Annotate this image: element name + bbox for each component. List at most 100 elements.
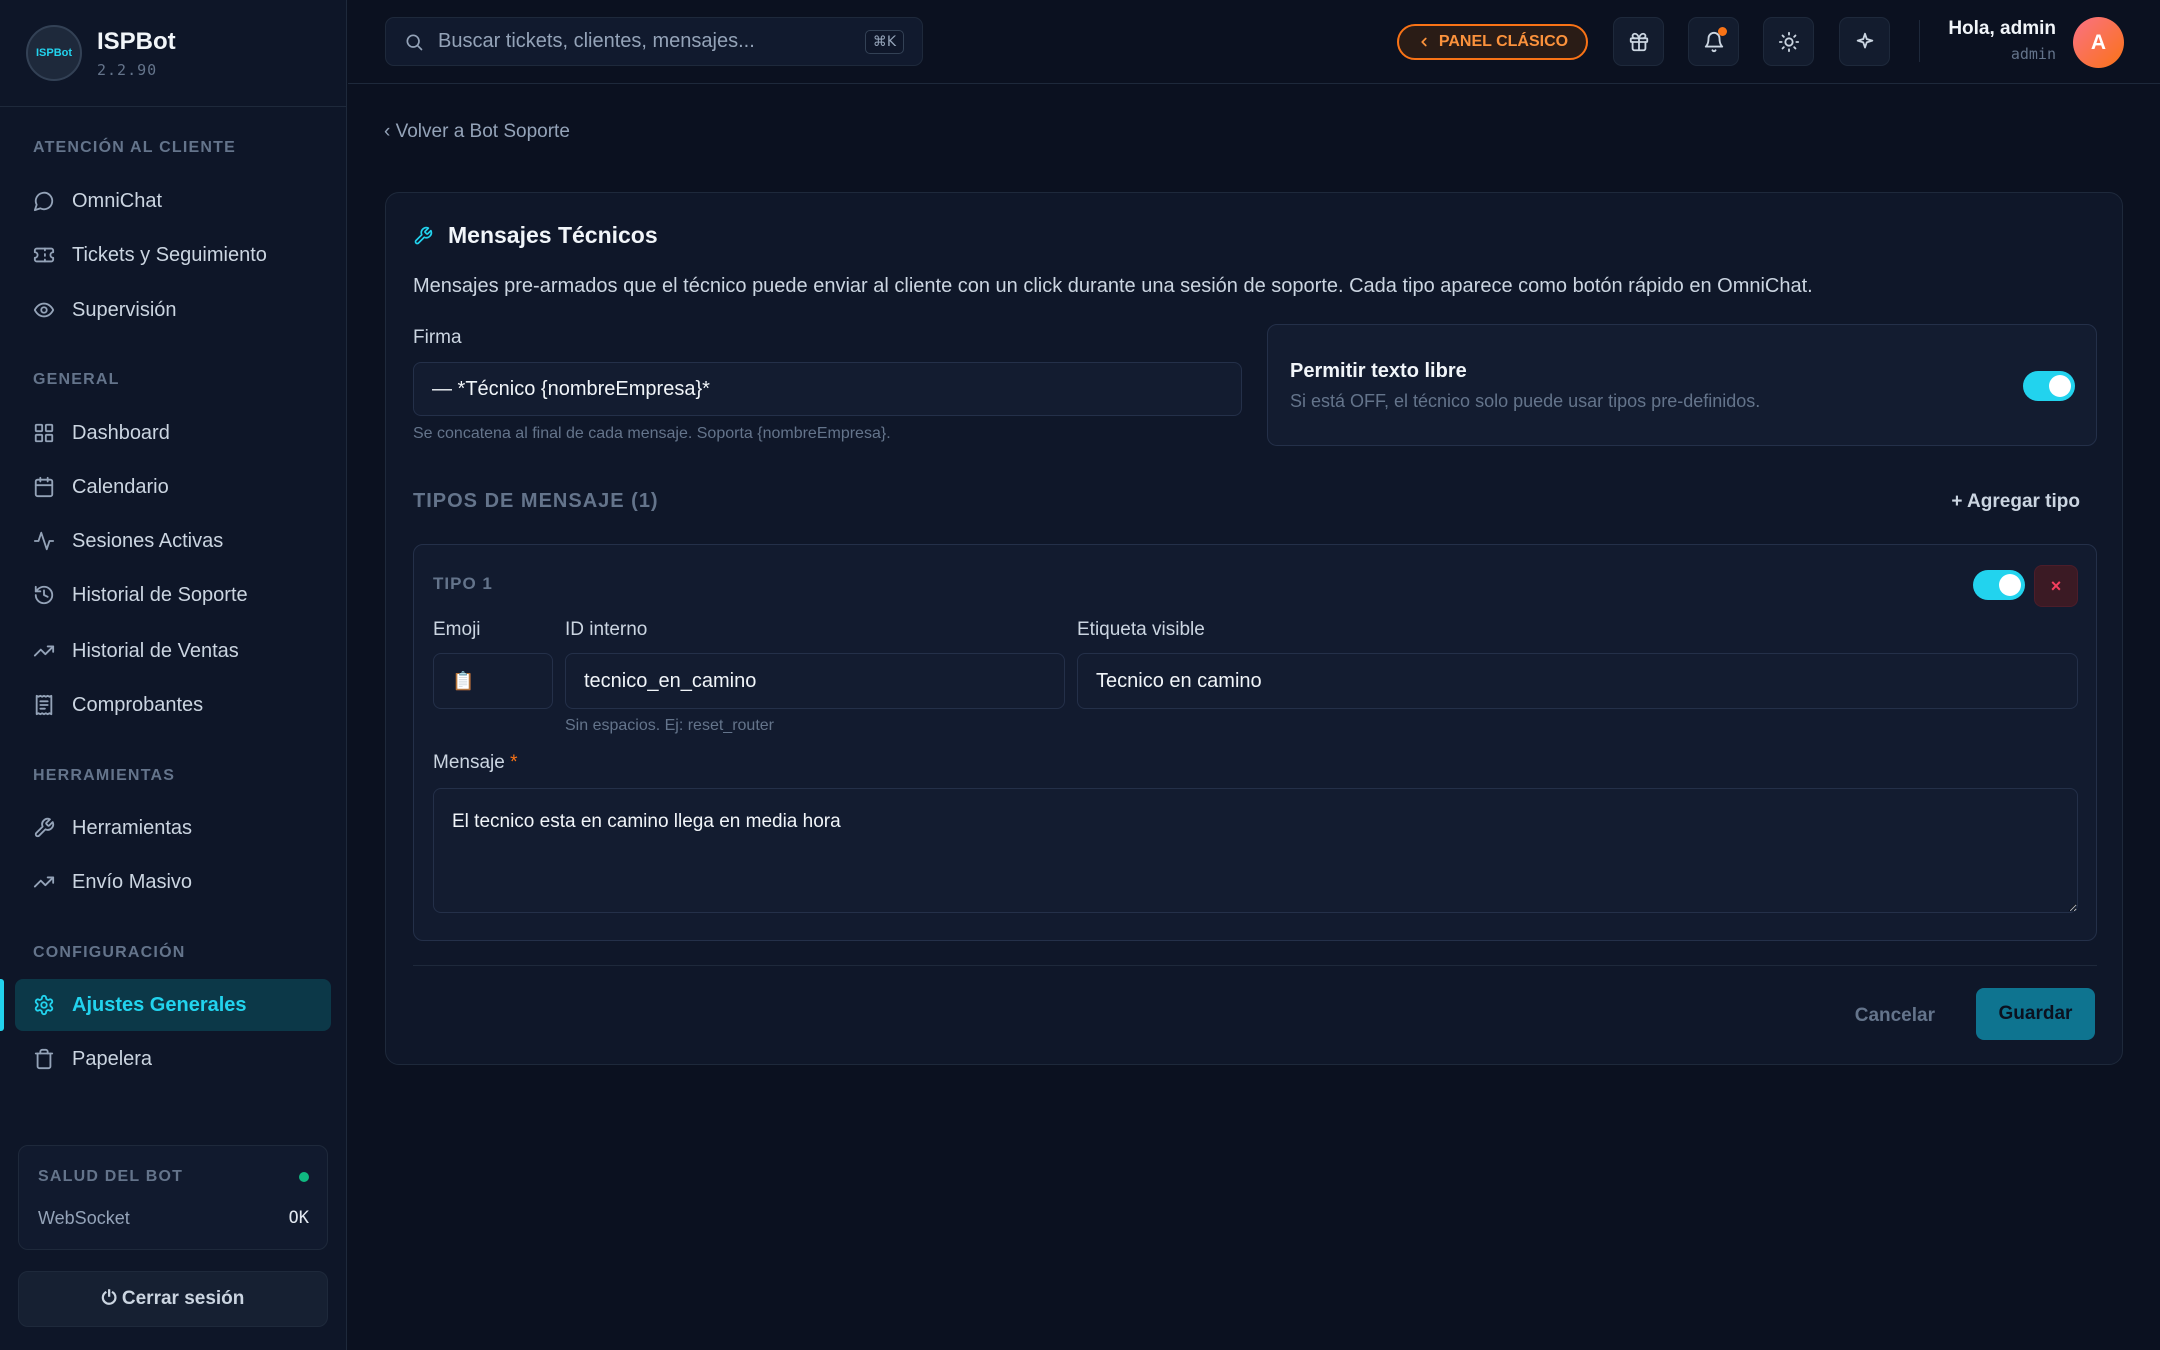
- gift-button[interactable]: [1613, 17, 1664, 66]
- section-label-herramientas: HERRAMIENTAS: [33, 767, 176, 784]
- sidebar-item-comprobantes[interactable]: Comprobantes: [15, 679, 331, 731]
- save-button[interactable]: Guardar: [1976, 988, 2095, 1040]
- notifications-button[interactable]: [1688, 17, 1739, 66]
- sidebar-item-calendario[interactable]: Calendario: [15, 461, 331, 513]
- type-enabled-toggle[interactable]: [1973, 570, 2025, 600]
- signature-input[interactable]: [413, 362, 1242, 416]
- sidebar-item-label: Ajustes Generales: [72, 993, 247, 1016]
- logout-button[interactable]: ⏻ Cerrar sesión: [18, 1271, 328, 1327]
- theme-toggle-button[interactable]: [1763, 17, 1814, 66]
- trending-up-icon: [33, 645, 55, 657]
- back-link[interactable]: ‹ Volver a Bot Soporte: [384, 121, 570, 143]
- search-icon: [406, 34, 423, 50]
- card-title-row: Mensajes Técnicos: [413, 222, 658, 249]
- user-role: admin: [2010, 45, 2056, 63]
- sidebar-item-label: Sesiones Activas: [72, 529, 224, 552]
- trash-icon: [34, 1048, 54, 1070]
- classic-panel-button[interactable]: PANEL CLÁSICO: [1397, 24, 1588, 60]
- trending-up-icon: [33, 876, 55, 888]
- sidebar-item-dashboard[interactable]: Dashboard: [15, 407, 331, 459]
- wrench-icon: [34, 817, 55, 838]
- gear-icon: [34, 994, 54, 1016]
- section-label-general: GENERAL: [33, 371, 120, 388]
- message-textarea[interactable]: El tecnico esta en camino llega en media…: [433, 788, 2078, 913]
- add-type-button[interactable]: + Agregar tipo: [1951, 491, 2080, 513]
- sidebar-item-historial-ventas[interactable]: Historial de Ventas: [15, 625, 331, 677]
- topbar: ⌘K PANEL CLÁSICO Hola, admin admin A: [348, 0, 2160, 84]
- chevron-left-icon: [1421, 37, 1427, 47]
- sidebar-item-label: Comprobantes: [72, 693, 204, 716]
- health-status-dot: [299, 1172, 309, 1182]
- sidebar-item-herramientas[interactable]: Herramientas: [15, 802, 331, 854]
- brand-version: 2.2.90: [97, 60, 158, 79]
- avatar[interactable]: A: [2073, 17, 2124, 68]
- sidebar-item-label: Envío Masivo: [72, 870, 193, 893]
- greeting-name: Hola, admin: [1948, 18, 2056, 39]
- classic-panel-label: PANEL CLÁSICO: [1438, 33, 1569, 50]
- ticket-icon: [33, 247, 55, 263]
- delete-type-button[interactable]: ×: [2034, 565, 2078, 607]
- card-description: Mensajes pre-armados que el técnico pued…: [413, 275, 1813, 297]
- type-label: TIPO 1: [433, 574, 493, 593]
- message-label: Mensaje *: [433, 752, 518, 774]
- emoji-label: Emoji: [433, 619, 481, 640]
- sidebar-item-label: Historial de Soporte: [72, 583, 248, 606]
- sidebar-item-omnichat[interactable]: OmniChat: [15, 175, 331, 227]
- message-label-text: Mensaje: [433, 752, 505, 773]
- sidebar: ISPBot ISPBot 2.2.90 ATENCIÓN AL CLIENTE…: [0, 0, 347, 1350]
- sparkle-icon: [1856, 32, 1873, 48]
- sidebar-item-label: Supervisión: [72, 298, 177, 321]
- message-types-header: TIPOS DE MENSAJE (1): [413, 490, 659, 512]
- brand-logo[interactable]: ISPBot: [26, 25, 82, 81]
- topbar-divider: [1919, 20, 1920, 62]
- calendar-icon: [34, 476, 54, 498]
- notification-dot: [1718, 27, 1727, 36]
- sidebar-item-supervision[interactable]: Supervisión: [15, 284, 331, 336]
- sidebar-item-historial-soporte[interactable]: Historial de Soporte: [15, 569, 331, 621]
- page-title: Mensajes Técnicos: [448, 222, 658, 248]
- sidebar-item-tickets[interactable]: Tickets y Seguimiento: [15, 229, 331, 281]
- internal-id-hint: Sin espacios. Ej: reset_router: [565, 717, 774, 734]
- gift-icon: [1629, 32, 1648, 51]
- visible-label-input[interactable]: [1077, 653, 2078, 709]
- search-shortcut: ⌘K: [864, 29, 904, 54]
- sidebar-item-papelera[interactable]: Papelera: [15, 1033, 331, 1085]
- toggle-knob: [2049, 375, 2071, 397]
- card-divider: [413, 965, 2097, 966]
- search-box[interactable]: ⌘K: [385, 17, 923, 66]
- activity-icon: [33, 531, 55, 551]
- emoji-input[interactable]: [433, 653, 553, 709]
- sidebar-item-label: OmniChat: [72, 189, 163, 212]
- sidebar-item-label: Herramientas: [72, 816, 193, 839]
- toggle-knob: [1999, 574, 2021, 596]
- sidebar-item-sesiones[interactable]: Sesiones Activas: [15, 515, 331, 567]
- brand-logo-text: ISPBot: [35, 47, 73, 59]
- history-icon: [34, 585, 54, 605]
- cancel-button[interactable]: Cancelar: [1855, 1005, 1935, 1027]
- user-greeting: Hola, admin admin: [1948, 18, 2056, 63]
- grid-icon: [34, 423, 54, 443]
- brand-name: ISPBot: [97, 27, 176, 55]
- health-label: WebSocket: [38, 1208, 130, 1228]
- internal-id-input[interactable]: [565, 653, 1065, 709]
- section-label-atencion: ATENCIÓN AL CLIENTE: [33, 139, 236, 156]
- technical-messages-card: Mensajes Técnicos Mensajes pre-armados q…: [385, 192, 2123, 1065]
- sidebar-item-label: Tickets y Seguimiento: [72, 243, 267, 266]
- required-mark: *: [510, 752, 518, 773]
- free-text-toggle[interactable]: [2023, 371, 2075, 401]
- signature-hint: Se concatena al final de cada mensaje. S…: [413, 425, 891, 442]
- sidebar-item-label: Dashboard: [72, 421, 170, 444]
- brand: ISPBot ISPBot 2.2.90: [0, 0, 346, 107]
- eye-icon: [33, 302, 55, 318]
- wrench-icon: [414, 226, 433, 244]
- ai-assistant-button[interactable]: [1839, 17, 1890, 66]
- visible-label-label: Etiqueta visible: [1077, 619, 1205, 640]
- health-title: SALUD DEL BOT: [38, 1168, 184, 1185]
- chat-bubble-icon: [33, 191, 54, 212]
- search-input[interactable]: [438, 30, 865, 53]
- bot-health-card: SALUD DEL BOT WebSocket OK: [18, 1145, 328, 1250]
- sun-icon: [1778, 31, 1799, 52]
- sidebar-item-ajustes-generales[interactable]: Ajustes Generales: [15, 979, 331, 1031]
- message-type-card: TIPO 1 × Emoji ID interno Sin espacios. …: [413, 544, 2097, 941]
- sidebar-item-envio-masivo[interactable]: Envío Masivo: [15, 856, 331, 908]
